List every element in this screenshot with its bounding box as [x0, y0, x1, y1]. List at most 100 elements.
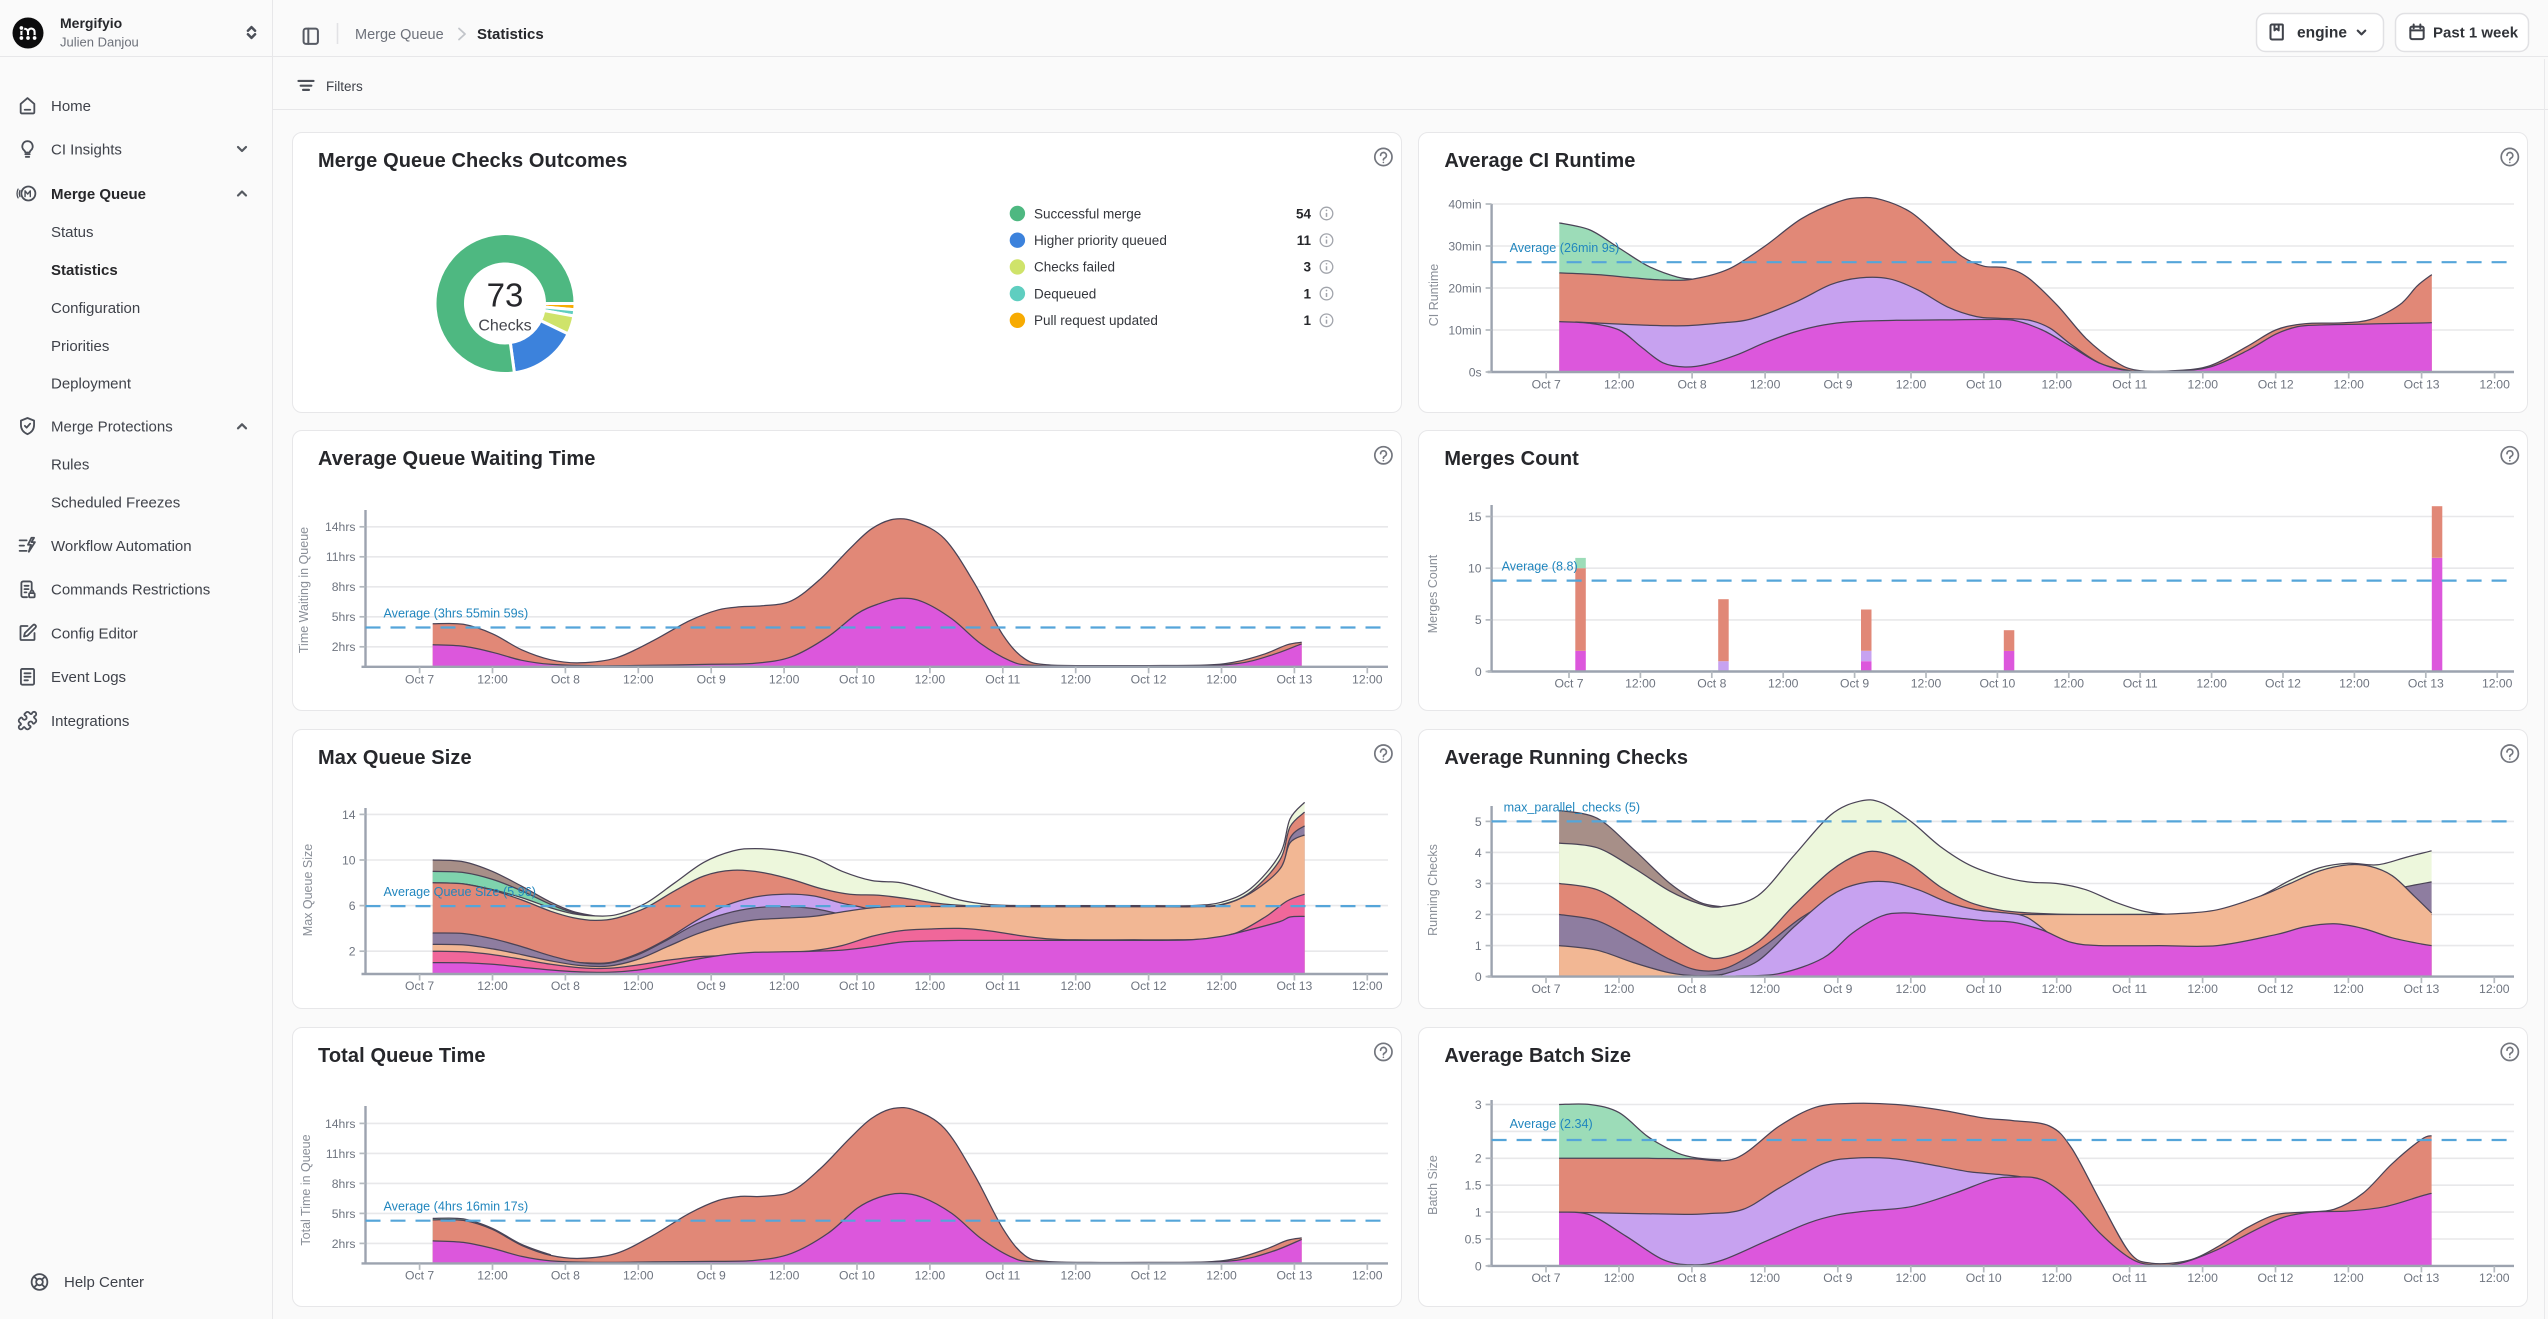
svg-text:Oct 13: Oct 13 — [2404, 378, 2440, 392]
svg-text:Merge Queue: Merge Queue — [51, 186, 146, 203]
svg-text:engine: engine — [2297, 25, 2347, 42]
svg-text:Checks: Checks — [478, 318, 531, 335]
svg-text:Average (2.34): Average (2.34) — [1510, 1117, 1593, 1131]
svg-text:Oct 12: Oct 12 — [1131, 1269, 1167, 1283]
svg-text:12:00: 12:00 — [769, 979, 800, 993]
svg-text:Oct 8: Oct 8 — [1677, 1271, 1706, 1285]
svg-text:2: 2 — [349, 945, 356, 959]
svg-text:Oct 7: Oct 7 — [405, 979, 434, 993]
svg-text:Oct 13: Oct 13 — [1276, 1269, 1312, 1283]
svg-text:Oct 7: Oct 7 — [405, 1269, 434, 1283]
svg-text:30min: 30min — [1448, 239, 1481, 253]
svg-text:Oct 7: Oct 7 — [1531, 1271, 1560, 1285]
svg-text:12:00: 12:00 — [2187, 1271, 2218, 1285]
svg-text:1: 1 — [1475, 1206, 1482, 1220]
svg-text:12:00: 12:00 — [1352, 979, 1383, 993]
svg-text:8hrs: 8hrs — [332, 580, 356, 594]
svg-text:Oct 12: Oct 12 — [2258, 378, 2294, 392]
svg-text:11: 11 — [1297, 233, 1312, 248]
svg-text:Scheduled Freezes: Scheduled Freezes — [51, 495, 180, 512]
svg-text:Oct 8: Oct 8 — [1678, 378, 1707, 392]
svg-text:0: 0 — [1475, 1259, 1482, 1273]
svg-text:Oct 7: Oct 7 — [1532, 378, 1561, 392]
svg-text:40min: 40min — [1448, 197, 1481, 211]
svg-text:3: 3 — [1475, 877, 1482, 891]
svg-text:1: 1 — [1475, 939, 1482, 953]
svg-text:11hrs: 11hrs — [326, 550, 356, 564]
svg-text:Higher priority queued: Higher priority queued — [1034, 233, 1167, 248]
svg-text:Oct 7: Oct 7 — [405, 673, 434, 687]
svg-text:12:00: 12:00 — [1352, 1269, 1383, 1283]
svg-text:Oct 13: Oct 13 — [2403, 1271, 2439, 1285]
svg-text:Oct 11: Oct 11 — [2112, 1271, 2147, 1285]
svg-text:Oct 10: Oct 10 — [1966, 1271, 2002, 1285]
svg-text:Oct 9: Oct 9 — [1823, 1271, 1852, 1285]
svg-text:12:00: 12:00 — [1060, 673, 1091, 687]
svg-text:Oct 12: Oct 12 — [2265, 677, 2301, 691]
svg-text:12:00: 12:00 — [623, 979, 654, 993]
svg-text:Oct 8: Oct 8 — [551, 1269, 580, 1283]
svg-text:12:00: 12:00 — [915, 1269, 946, 1283]
svg-text:12:00: 12:00 — [2054, 677, 2085, 691]
svg-text:Oct 10: Oct 10 — [1966, 378, 2002, 392]
svg-text:12:00: 12:00 — [2333, 982, 2364, 996]
svg-text:12:00: 12:00 — [1206, 979, 1237, 993]
svg-text:12:00: 12:00 — [477, 673, 508, 687]
svg-text:Oct 11: Oct 11 — [985, 979, 1020, 993]
svg-text:Oct 13: Oct 13 — [2408, 677, 2444, 691]
svg-text:Oct 10: Oct 10 — [1979, 677, 2015, 691]
svg-text:Oct 10: Oct 10 — [839, 1269, 875, 1283]
svg-text:0s: 0s — [1469, 365, 1482, 379]
svg-text:12:00: 12:00 — [1060, 1269, 1091, 1283]
svg-text:Oct 13: Oct 13 — [1276, 979, 1312, 993]
svg-text:Oct 12: Oct 12 — [1131, 673, 1167, 687]
svg-text:Oct 12: Oct 12 — [2258, 982, 2294, 996]
svg-text:12:00: 12:00 — [1604, 982, 1635, 996]
svg-text:Running Checks: Running Checks — [1426, 844, 1440, 936]
svg-text:12:00: 12:00 — [1604, 1271, 1635, 1285]
svg-text:CI Insights: CI Insights — [51, 141, 122, 158]
svg-text:Oct 7: Oct 7 — [1554, 677, 1583, 691]
svg-text:12:00: 12:00 — [2479, 1271, 2510, 1285]
svg-text:12:00: 12:00 — [2479, 982, 2510, 996]
svg-text:Past 1 week: Past 1 week — [2433, 25, 2519, 42]
svg-text:10: 10 — [1468, 562, 1482, 576]
svg-text:12:00: 12:00 — [623, 673, 654, 687]
svg-text:5hrs: 5hrs — [332, 1207, 356, 1221]
svg-text:Merge Queue: Merge Queue — [355, 27, 444, 43]
svg-text:12:00: 12:00 — [2333, 378, 2364, 392]
svg-text:12:00: 12:00 — [1206, 673, 1237, 687]
svg-text:Commands Restrictions: Commands Restrictions — [51, 582, 210, 599]
svg-text:Oct 10: Oct 10 — [1966, 982, 2002, 996]
svg-text:Deployment: Deployment — [51, 375, 132, 392]
svg-text:12:00: 12:00 — [1352, 673, 1383, 687]
svg-text:Max Queue Size: Max Queue Size — [301, 844, 315, 936]
svg-text:12:00: 12:00 — [1750, 1271, 1781, 1285]
svg-text:12:00: 12:00 — [2041, 1271, 2072, 1285]
svg-text:Oct 11: Oct 11 — [985, 673, 1020, 687]
svg-text:12:00: 12:00 — [2339, 677, 2370, 691]
svg-text:15: 15 — [1468, 510, 1482, 524]
svg-text:Statistics: Statistics — [477, 26, 544, 43]
svg-text:Oct 13: Oct 13 — [2403, 982, 2439, 996]
svg-text:Oct 9: Oct 9 — [697, 1269, 726, 1283]
svg-text:54: 54 — [1296, 206, 1312, 221]
svg-text:Oct 9: Oct 9 — [1823, 982, 1852, 996]
svg-text:12:00: 12:00 — [2042, 378, 2073, 392]
svg-text:Integrations: Integrations — [51, 713, 129, 730]
svg-text:0: 0 — [1475, 970, 1482, 984]
svg-text:2hrs: 2hrs — [332, 640, 356, 654]
svg-text:12:00: 12:00 — [477, 1269, 508, 1283]
svg-text:12:00: 12:00 — [915, 673, 946, 687]
svg-text:0.5: 0.5 — [1465, 1232, 1482, 1246]
svg-text:12:00: 12:00 — [2187, 982, 2218, 996]
svg-text:Average Queue Size (5.96): Average Queue Size (5.96) — [384, 885, 536, 899]
svg-text:73: 73 — [487, 277, 524, 314]
svg-text:12:00: 12:00 — [2188, 378, 2219, 392]
svg-text:12:00: 12:00 — [2482, 677, 2513, 691]
svg-text:Merge Protections: Merge Protections — [51, 419, 173, 436]
svg-text:Oct 11: Oct 11 — [2112, 378, 2147, 392]
svg-text:12:00: 12:00 — [769, 673, 800, 687]
svg-text:Oct 11: Oct 11 — [985, 1269, 1020, 1283]
svg-text:Batch Size: Batch Size — [1426, 1155, 1440, 1215]
